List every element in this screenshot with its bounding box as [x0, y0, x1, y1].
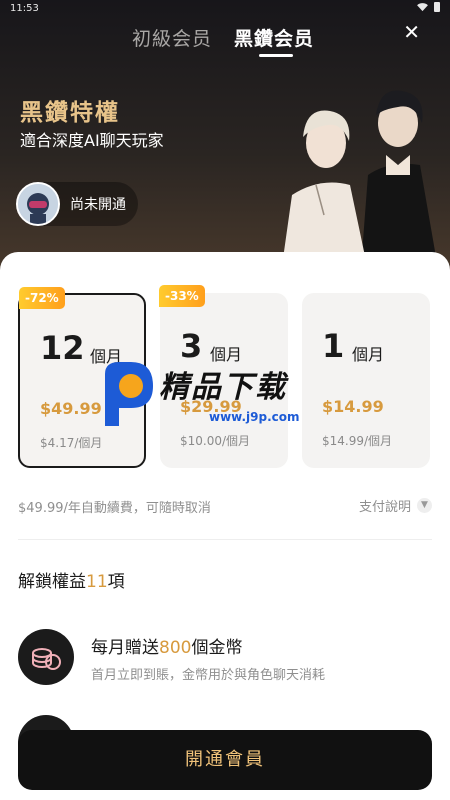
user-status-pill: 尚未開通 [16, 182, 138, 226]
plan-duration: 12 [40, 329, 85, 367]
membership-status: 尚未開通 [70, 197, 126, 213]
avatar [16, 182, 60, 226]
plan-price: $49.99 [40, 399, 102, 418]
discount-badge: -72% [19, 287, 65, 309]
close-icon[interactable]: ✕ [403, 22, 420, 42]
plan-card-12-months[interactable]: -72% 12 個月 $49.99 $4.17/個月 [18, 287, 146, 468]
battery-icon [434, 2, 440, 12]
plan-unit: 個月 [352, 345, 385, 364]
divider [18, 539, 432, 540]
benefit-title: 每月贈送800個金幣 [91, 638, 243, 658]
benefits-title: 解鎖權益11項 [18, 572, 125, 592]
plan-price: $14.99 [322, 397, 384, 416]
tab-basic-member[interactable]: 初級会员 [132, 24, 212, 51]
hero-subtitle: 適合深度AI聊天玩家 [20, 131, 164, 150]
plans-sheet: -72% 12 個月 $49.99 $4.17/個月 -33% 3 個月 $29… [0, 252, 450, 800]
active-tab-indicator [259, 54, 293, 57]
auto-renew-note: $49.99/年自動續費，可隨時取消 [18, 501, 211, 516]
coins-icon [18, 629, 74, 685]
benefit-item-coins: 每月贈送800個金幣 首月立即到賬，金幣用於與角色聊天消耗 [18, 629, 432, 689]
hero-title: 黑鑽特權 [20, 100, 120, 126]
plan-monthly-price: $4.17/個月 [40, 436, 103, 450]
plan-duration: 1 [322, 327, 345, 365]
status-bar: 11:53 [0, 0, 450, 18]
plan-card-1-month[interactable]: 1 個月 $14.99 $14.99/個月 [302, 293, 430, 468]
membership-tabs: 初級会员 黑鑽会员 [0, 22, 450, 58]
characters-illustration [280, 90, 440, 280]
benefit-description: 首月立即到賬，金幣用於與角色聊天消耗 [91, 668, 326, 683]
status-time: 11:53 [10, 3, 39, 14]
plan-unit: 個月 [210, 345, 243, 364]
discount-badge: -33% [159, 285, 205, 307]
tab-black-diamond-member[interactable]: 黑鑽会员 [234, 24, 314, 51]
plan-price: $29.99 [180, 397, 242, 416]
wifi-icon [417, 2, 428, 11]
plan-unit: 個月 [90, 347, 123, 366]
plan-monthly-price: $14.99/個月 [322, 434, 393, 448]
payment-info-link[interactable]: 支付說明 ▼ [359, 496, 432, 515]
payment-info-label: 支付說明 [358, 500, 411, 515]
plan-monthly-price: $10.00/個月 [180, 434, 251, 448]
chevron-down-icon: ▼ [417, 498, 432, 513]
hero-banner: 11:53 初級会员 黑鑽会员 ✕ 黑鑽特權 適合深度AI聊天玩家 尚未開通 [0, 0, 450, 280]
open-membership-button[interactable]: 開通會員 [18, 730, 432, 790]
plan-duration: 3 [180, 327, 203, 365]
benefits-count: 11 [86, 572, 108, 592]
plan-card-3-months[interactable]: -33% 3 個月 $29.99 $10.00/個月 [159, 285, 288, 468]
